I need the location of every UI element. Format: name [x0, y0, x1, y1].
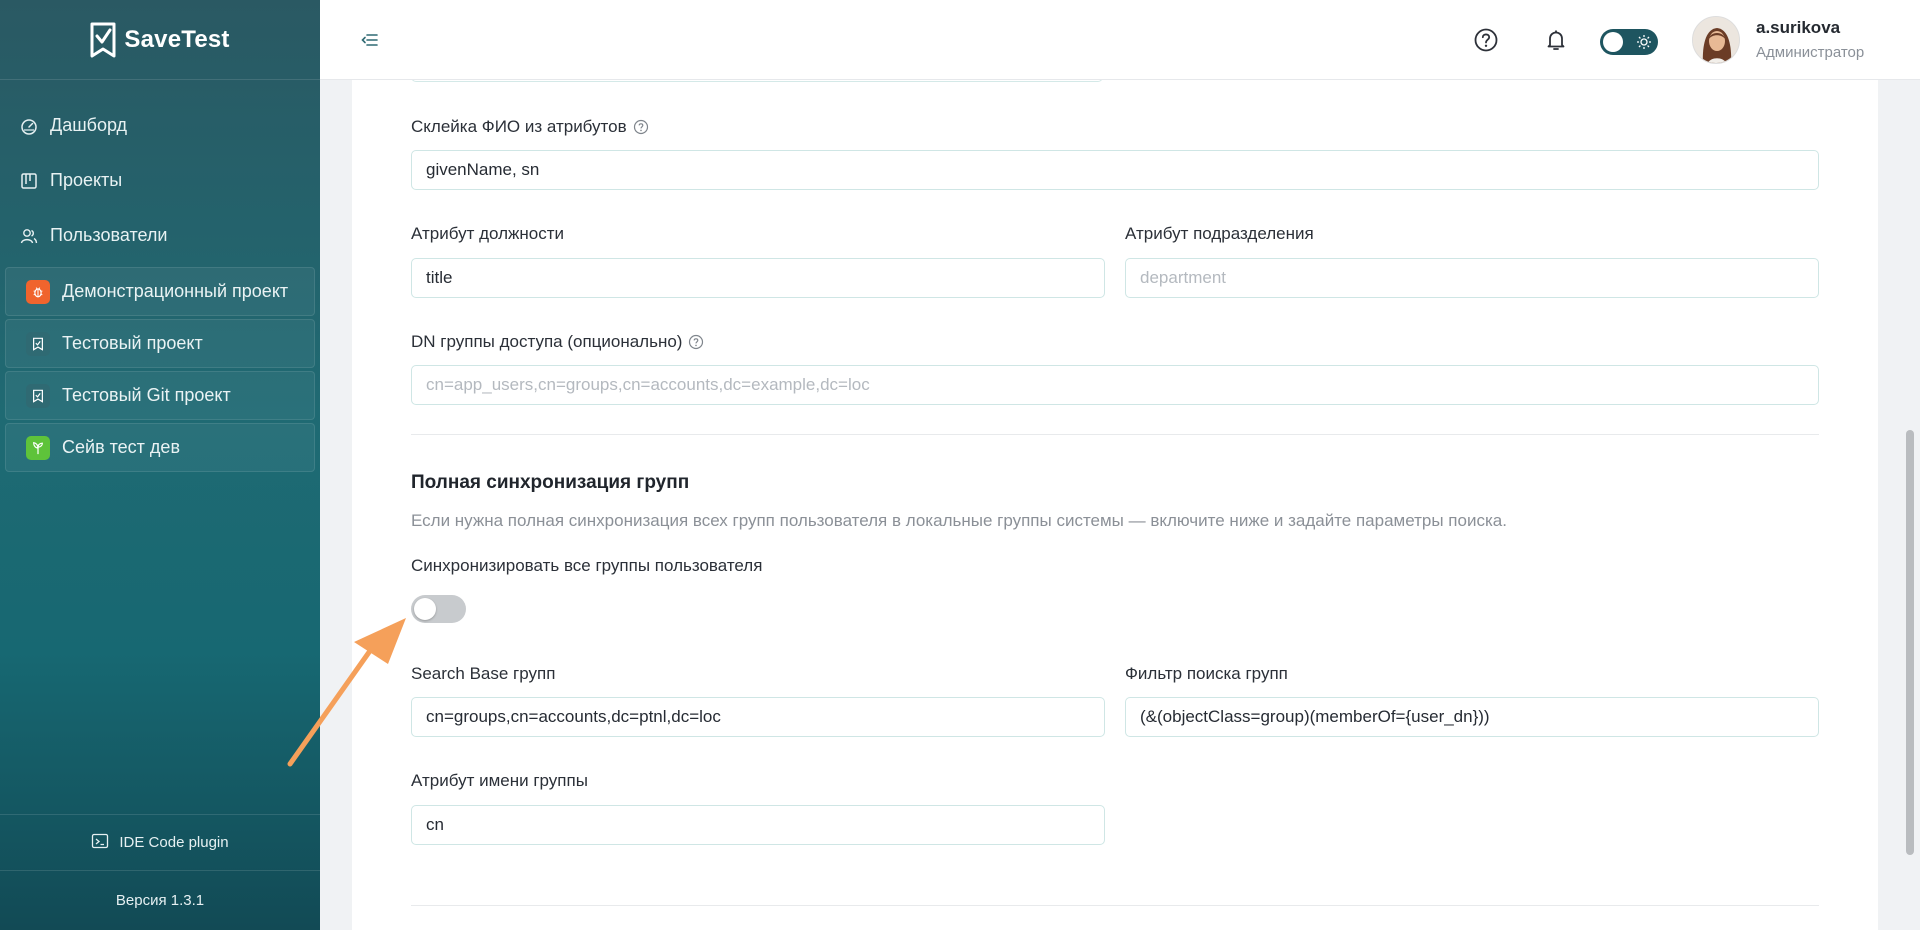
nav-item-label: Проекты — [50, 170, 123, 190]
app-version: Версия 1.3.1 — [0, 870, 320, 930]
group-filter-input[interactable] — [1125, 697, 1819, 737]
ide-plugin-link[interactable]: IDE Code plugin — [0, 814, 320, 870]
section-divider — [411, 434, 1819, 435]
department-attr-input[interactable] — [1125, 258, 1819, 298]
dn-group-input[interactable] — [411, 365, 1819, 405]
fio-label: Склейка ФИО из атрибутов — [411, 117, 649, 137]
sync-section-description: Если нужна полная синхронизация всех гру… — [411, 511, 1507, 530]
main-nav: Дашборд Проекты Пользователи — [0, 80, 320, 263]
projects-icon — [20, 172, 38, 190]
switch-knob — [414, 598, 436, 620]
sync-all-groups-switch[interactable] — [411, 595, 466, 623]
project-label: Сейв тест дев — [62, 437, 181, 457]
question-circle-icon[interactable] — [688, 334, 704, 350]
project-item-test[interactable]: Тестовый проект — [5, 319, 315, 368]
sun-icon — [1636, 34, 1652, 50]
users-icon — [20, 227, 38, 245]
fio-attributes-input[interactable] — [411, 150, 1819, 190]
sidebar-footer: IDE Code plugin Версия 1.3.1 — [0, 814, 320, 930]
theme-toggle[interactable] — [1600, 29, 1658, 55]
help-icon[interactable] — [1472, 26, 1500, 54]
nav-item-dashboard[interactable]: Дашборд — [0, 98, 320, 153]
logo-icon — [90, 22, 116, 57]
dn-group-label: DN группы доступа (опционально) — [411, 332, 704, 352]
checklist-icon — [26, 383, 50, 408]
sprout-icon — [26, 435, 50, 460]
search-base-label: Search Base групп — [411, 664, 556, 683]
sync-toggle-label: Синхронизировать все группы пользователя — [411, 556, 763, 575]
project-label: Тестовый проект — [62, 333, 203, 353]
department-attr-label: Атрибут подразделения — [1125, 224, 1314, 243]
dashboard-icon — [20, 117, 38, 135]
app-name: SaveTest — [124, 25, 230, 53]
group-name-attr-label: Атрибут имени группы — [411, 771, 588, 790]
project-item-save-test-dev[interactable]: Сейв тест дев — [5, 423, 315, 472]
checklist-icon — [26, 331, 50, 356]
user-name[interactable]: a.surikova — [1756, 18, 1840, 38]
group-filter-label: Фильтр поиска групп — [1125, 664, 1288, 683]
nav-item-label: Пользователи — [50, 225, 168, 245]
project-label: Демонстрационный проект — [62, 281, 289, 301]
project-label: Тестовый Git проект — [62, 385, 231, 405]
search-base-input[interactable] — [411, 697, 1105, 737]
nav-item-projects[interactable]: Проекты — [0, 153, 320, 208]
sidebar: SaveTest Дашборд Проекты Пользователи Де… — [0, 0, 320, 930]
project-list: Демонстрационный проект Тестовый проект … — [0, 267, 320, 472]
avatar[interactable] — [1692, 16, 1740, 64]
collapse-menu-icon[interactable] — [360, 30, 380, 50]
section-divider-bottom — [411, 905, 1819, 906]
position-attr-input[interactable] — [411, 258, 1105, 298]
bell-icon[interactable] — [1542, 26, 1570, 54]
nav-item-label: Дашборд — [50, 115, 128, 135]
project-item-demo[interactable]: Демонстрационный проект — [5, 267, 315, 316]
nav-item-users[interactable]: Пользователи — [0, 208, 320, 263]
page-scrollbar[interactable] — [1906, 430, 1914, 855]
question-circle-icon[interactable] — [633, 119, 649, 135]
position-attr-label: Атрибут должности — [411, 224, 564, 243]
user-role: Администратор — [1756, 44, 1865, 61]
fio-label-text: Склейка ФИО из атрибутов — [411, 117, 627, 136]
group-name-attr-input[interactable] — [411, 805, 1105, 845]
project-item-test-git[interactable]: Тестовый Git проект — [5, 371, 315, 420]
logo[interactable]: SaveTest — [0, 0, 320, 80]
sync-section-title: Полная синхронизация групп — [411, 472, 690, 493]
bug-icon — [26, 279, 50, 304]
ide-plugin-label: IDE Code plugin — [119, 834, 229, 851]
top-header: a.surikova Администратор — [320, 0, 1920, 80]
dn-group-label-text: DN группы доступа (опционально) — [411, 332, 683, 351]
theme-toggle-knob — [1603, 32, 1623, 52]
terminal-icon — [91, 832, 109, 854]
